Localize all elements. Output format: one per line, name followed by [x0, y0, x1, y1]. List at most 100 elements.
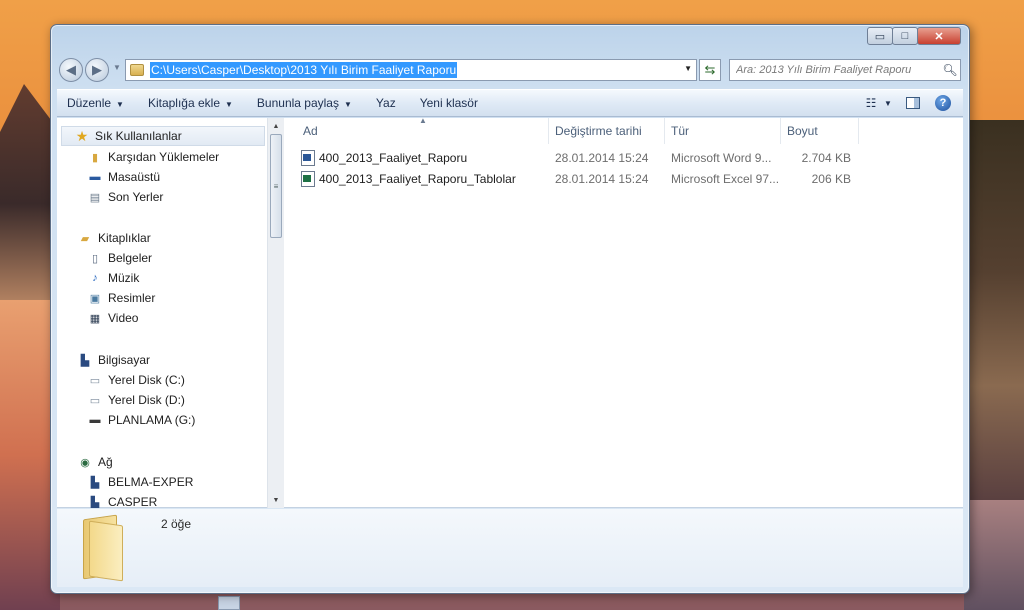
pictures-icon: ▣	[89, 292, 101, 305]
file-name-cell[interactable]: 400_2013_Faaliyet_Raporu_Tablolar	[301, 169, 516, 189]
file-row[interactable]: 400_2013_Faaliyet_Raporu_Tablolar 28.01.…	[285, 169, 963, 189]
burn-button[interactable]: Yaz	[376, 96, 396, 110]
sidebar-item-network-computer[interactable]: ▙ BELMA-EXPER	[87, 472, 194, 492]
navigation-scrollbar[interactable]: ▲ ≡ ▼	[267, 118, 284, 508]
computer-icon: ▙	[90, 476, 100, 489]
recent-pages-dropdown[interactable]: ▼	[113, 63, 121, 72]
sidebar-item-pictures[interactable]: ▣ Resimler	[87, 288, 156, 308]
change-view-icon[interactable]: ☷	[861, 94, 881, 112]
video-icon: ▦	[89, 312, 101, 325]
minimize-button[interactable]: ▭	[867, 27, 893, 45]
column-header-type[interactable]: Tür	[665, 118, 781, 144]
file-size: 2.704 KB	[801, 151, 851, 165]
sidebar-item-recent-places[interactable]: ▤ Son Yerler	[87, 187, 164, 207]
folder-icon	[79, 513, 129, 582]
address-path[interactable]: C:\Users\Casper\Desktop\2013 Yılı Birim …	[150, 62, 458, 78]
sidebar-favorites-label: Sık Kullanılanlar	[95, 129, 182, 143]
sidebar-item-downloads[interactable]: ▮ Karşıdan Yüklemeler	[87, 147, 219, 167]
file-modified: 28.01.2014 15:24	[555, 172, 649, 186]
details-pane: 2 öğe	[57, 509, 963, 587]
scrollbar-thumb[interactable]: ≡	[270, 134, 282, 238]
sidebar-libraries-label: Kitaplıklar	[98, 231, 151, 245]
sidebar-favorites[interactable]: ★ Sık Kullanılanlar	[61, 126, 265, 146]
sidebar-item-drive-g[interactable]: ▬ PLANLAMA (G:)	[87, 410, 196, 430]
column-header-modified[interactable]: Değiştirme tarihi	[549, 118, 665, 144]
sidebar-item-documents[interactable]: ▯ Belgeler	[87, 248, 152, 268]
explorer-content: ★ Sık Kullanılanlar ▮ Karşıdan Yüklemele…	[57, 116, 963, 508]
search-icon[interactable]: 🔍︎	[940, 63, 960, 77]
desktop-wallpaper-water-right	[964, 500, 1024, 610]
sidebar-item-network-computer[interactable]: ▙ CASPER	[87, 492, 158, 509]
file-modified: 28.01.2014 15:24	[555, 151, 649, 165]
search-box[interactable]: Ara: 2013 Yılı Birim Faaliyet Raporu 🔍︎	[729, 59, 961, 81]
sidebar-computer-label: Bilgisayar	[98, 353, 151, 367]
excel-document-icon	[301, 171, 315, 187]
organize-label: Düzenle	[67, 96, 112, 110]
sidebar-item-videos[interactable]: ▦ Video	[87, 308, 139, 328]
sidebar-item-label: Resimler	[108, 291, 156, 305]
sidebar-item-label: Son Yerler	[108, 190, 164, 204]
forward-button[interactable]: ▶	[85, 58, 109, 82]
share-with-menu[interactable]: Bununla paylaş ▼	[257, 96, 352, 110]
removable-drive-icon: ▬	[89, 414, 101, 426]
sidebar-computer[interactable]: ▙ Bilgisayar	[77, 350, 150, 370]
desktop-icon-stub[interactable]	[218, 596, 240, 610]
computer-icon: ▙	[90, 496, 100, 509]
refresh-button[interactable]: ⇆	[699, 59, 721, 81]
file-type: Microsoft Word 9...	[671, 151, 772, 165]
system-drive-icon: ▭	[89, 374, 101, 387]
recent-places-icon: ▤	[89, 191, 101, 204]
file-row[interactable]: 400_2013_Faaliyet_Raporu 28.01.2014 15:2…	[285, 148, 963, 168]
folder-icon	[130, 64, 144, 76]
sidebar-item-label: CASPER	[108, 495, 158, 508]
column-header-name[interactable]: Ad	[297, 118, 549, 144]
share-with-label: Bununla paylaş	[256, 96, 339, 110]
word-document-icon	[301, 150, 315, 166]
sidebar-item-label: Video	[108, 311, 139, 325]
toolbar-right: ☷ ▼ ?	[851, 94, 953, 112]
music-icon: ♪	[92, 272, 98, 284]
explorer-window: ▭ □ ✕ ◀ ▶ ▼ C:\Users\Casper\Desktop\2013…	[50, 24, 970, 594]
navigation-pane: ★ Sık Kullanılanlar ▮ Karşıdan Yüklemele…	[57, 118, 267, 508]
refresh-icon: ⇆	[704, 62, 716, 77]
arrow-left-icon: ◀	[66, 62, 76, 77]
address-bar[interactable]: C:\Users\Casper\Desktop\2013 Yılı Birim …	[125, 59, 697, 81]
help-icon: ?	[935, 95, 951, 111]
add-to-library-label: Kitaplığa ekle	[147, 96, 220, 110]
sidebar-item-label: Müzik	[108, 271, 140, 285]
sidebar-item-label: Belgeler	[108, 251, 153, 265]
close-button[interactable]: ✕	[917, 27, 961, 45]
add-to-library-menu[interactable]: Kitaplığa ekle ▼	[148, 96, 233, 110]
arrow-right-icon: ▶	[92, 62, 102, 77]
file-name-cell[interactable]: 400_2013_Faaliyet_Raporu	[301, 148, 467, 168]
scroll-down-icon[interactable]: ▼	[268, 492, 284, 508]
sidebar-item-drive-d[interactable]: ▭ Yerel Disk (D:)	[87, 390, 185, 410]
sidebar-item-label: Masaüstü	[108, 170, 161, 184]
hard-drive-icon: ▭	[89, 394, 101, 407]
command-bar: Düzenle ▼ Kitaplığa ekle ▼ Bununla paylaş ▼…	[57, 89, 963, 117]
desktop-wallpaper-right	[964, 120, 1024, 500]
file-type: Microsoft Excel 97...	[671, 172, 780, 186]
sidebar-item-drive-c[interactable]: ▭ Yerel Disk (C:)	[87, 370, 185, 390]
preview-pane-button[interactable]	[903, 94, 923, 112]
column-header-size[interactable]: Boyut	[781, 118, 859, 144]
sidebar-item-music[interactable]: ♪ Müzik	[87, 268, 139, 288]
sidebar-item-label: Karşıdan Yüklemeler	[108, 150, 220, 164]
help-button[interactable]: ?	[933, 94, 953, 112]
sidebar-network[interactable]: ◉ Ağ	[77, 452, 113, 472]
sidebar-item-label: Yerel Disk (C:)	[108, 373, 185, 387]
new-folder-button[interactable]: Yeni klasör	[420, 96, 478, 110]
item-count: 2 öğe	[161, 517, 192, 531]
organize-menu[interactable]: Düzenle ▼	[67, 96, 124, 110]
sidebar-item-desktop[interactable]: ▬ Masaüstü	[87, 167, 161, 187]
maximize-button[interactable]: □	[892, 27, 918, 45]
view-options-dropdown-icon[interactable]: ▼	[883, 94, 893, 112]
sidebar-item-label: BELMA-EXPER	[108, 475, 194, 489]
search-input[interactable]: Ara: 2013 Yılı Birim Faaliyet Raporu	[736, 64, 940, 76]
sidebar-item-label: PLANLAMA (G:)	[108, 413, 196, 427]
sidebar-libraries[interactable]: ▰ Kitaplıklar	[77, 228, 151, 248]
scroll-up-icon[interactable]: ▲	[268, 118, 284, 134]
network-icon: ◉	[80, 456, 90, 469]
address-dropdown-icon[interactable]: ▼	[684, 64, 692, 73]
back-button[interactable]: ◀	[59, 58, 83, 82]
